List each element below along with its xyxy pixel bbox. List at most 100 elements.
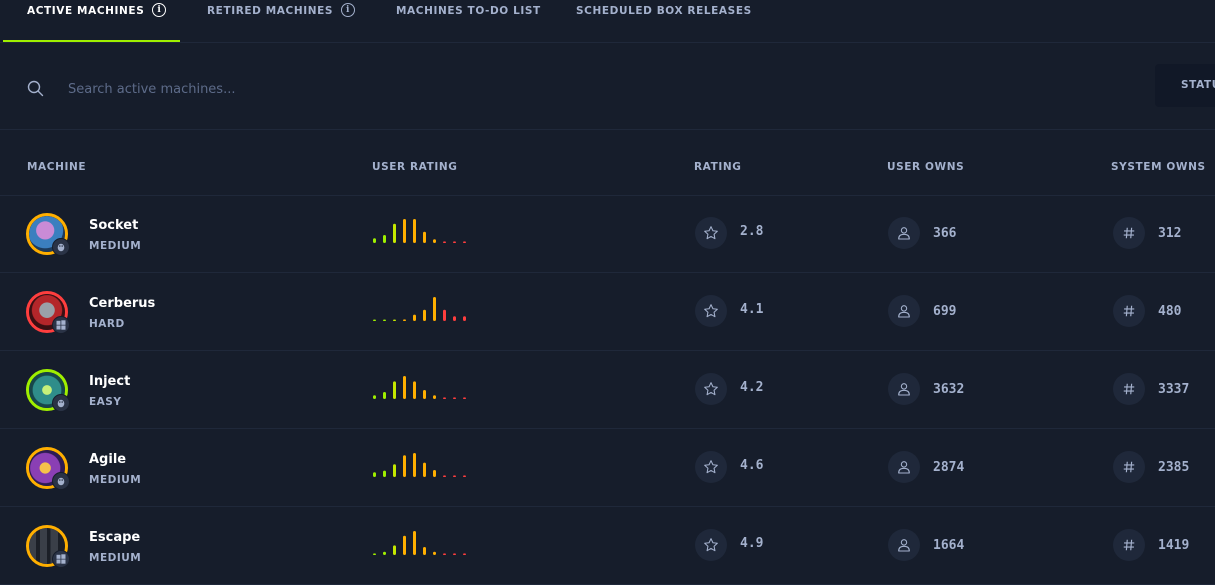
table-row[interactable]: Cerberus HARD 4.1 699 480 (0, 273, 1215, 351)
windows-icon (52, 316, 70, 334)
rating-value: 4.1 (740, 302, 764, 317)
rating-bar (383, 235, 386, 243)
search-bar: STATUS (0, 43, 1215, 130)
rating-bar (383, 551, 386, 555)
rating-bar (463, 241, 466, 243)
rating-bar (373, 238, 376, 243)
rating-bar (413, 219, 416, 243)
column-header-system-owns[interactable]: SYSTEM OWNS (1111, 161, 1206, 173)
rating-bar (423, 390, 426, 399)
hash-icon (1113, 373, 1145, 405)
rating-bar (393, 223, 396, 243)
rating-bar (453, 241, 456, 243)
star-icon (695, 217, 727, 249)
rating-bar (443, 241, 446, 243)
star-icon (695, 295, 727, 327)
linux-icon (52, 394, 70, 412)
column-header-rating[interactable]: RATING (694, 161, 741, 173)
user-icon (888, 529, 920, 561)
column-header-user-owns[interactable]: USER OWNS (887, 161, 964, 173)
rating-bar (403, 319, 406, 321)
tab-label: ACTIVE MACHINES (27, 5, 145, 17)
hash-icon (1113, 529, 1145, 561)
rating-bar (403, 219, 406, 243)
rating-bar (463, 316, 466, 321)
table-row[interactable]: Agile MEDIUM 4.6 2874 2385 (0, 429, 1215, 507)
rating-bar (433, 297, 436, 321)
rating-bar (423, 309, 426, 321)
rating-bar (393, 319, 396, 321)
tab-scheduled-box-releases[interactable]: SCHEDULED BOX RELEASES (576, 0, 752, 42)
rating-bar (443, 475, 446, 477)
windows-icon (52, 550, 70, 568)
rating-bar (373, 319, 376, 321)
tab-active-machines[interactable]: ACTIVE MACHINES i (27, 0, 167, 42)
column-header-user-rating[interactable]: USER RATING (372, 161, 457, 173)
info-icon[interactable]: i (341, 3, 356, 17)
rating-value: 2.8 (740, 224, 764, 239)
system-owns-count: 3337 (1158, 382, 1190, 397)
machine-name[interactable]: Cerberus (89, 296, 155, 311)
tab-label: RETIRED MACHINES (207, 5, 334, 17)
info-icon[interactable]: i (152, 3, 167, 17)
rating-bar (453, 475, 456, 477)
system-owns-count: 480 (1158, 304, 1182, 319)
user-icon (888, 451, 920, 483)
linux-icon (52, 472, 70, 490)
star-icon (695, 373, 727, 405)
machine-name[interactable]: Socket (89, 218, 138, 233)
machine-name[interactable]: Agile (89, 452, 126, 467)
search-input[interactable] (68, 79, 468, 99)
table-row[interactable]: Inject EASY 4.2 3632 3337 (0, 351, 1215, 429)
user-owns-count: 1664 (933, 538, 965, 553)
rating-value: 4.9 (740, 536, 764, 551)
machine-difficulty: MEDIUM (89, 240, 142, 252)
rating-bar (463, 397, 466, 399)
rating-value: 4.2 (740, 380, 764, 395)
system-owns-count: 1419 (1158, 538, 1190, 553)
rating-bar (413, 453, 416, 477)
machine-name[interactable]: Escape (89, 530, 140, 545)
active-tab-indicator (3, 40, 180, 42)
user-icon (888, 295, 920, 327)
rating-bar (413, 381, 416, 399)
rating-bar (393, 464, 396, 477)
rating-bar (443, 309, 446, 321)
machine-difficulty: EASY (89, 396, 122, 408)
machine-difficulty: MEDIUM (89, 474, 142, 486)
rating-bar (393, 545, 396, 555)
rating-bar (403, 455, 406, 477)
rating-bar (453, 553, 456, 555)
user-owns-count: 699 (933, 304, 957, 319)
rating-bar (413, 531, 416, 555)
system-owns-count: 312 (1158, 226, 1182, 241)
system-owns-count: 2385 (1158, 460, 1190, 475)
user-rating-chart (373, 297, 466, 321)
hash-icon (1113, 451, 1145, 483)
table-row[interactable]: Socket MEDIUM 2.8 366 312 (0, 195, 1215, 273)
rating-bar (443, 553, 446, 555)
machine-tabs: ACTIVE MACHINES i RETIRED MACHINES i MAC… (0, 0, 1215, 43)
user-rating-chart (373, 453, 466, 477)
rating-bar (423, 462, 426, 477)
rating-bar (423, 547, 426, 555)
status-filter-button[interactable]: STATUS (1155, 64, 1215, 107)
rating-bar (383, 470, 386, 477)
table-row[interactable]: Escape MEDIUM 4.9 1664 1419 (0, 507, 1215, 585)
rating-bar (433, 239, 436, 243)
column-header-machine[interactable]: MACHINE (27, 161, 86, 173)
machine-name[interactable]: Inject (89, 374, 130, 389)
tab-machines-todo-list[interactable]: MACHINES TO-DO LIST (396, 0, 541, 42)
machine-difficulty: MEDIUM (89, 552, 142, 564)
tab-retired-machines[interactable]: RETIRED MACHINES i (207, 0, 356, 42)
rating-bar (393, 381, 396, 399)
user-icon (888, 373, 920, 405)
star-icon (695, 529, 727, 561)
rating-bar (433, 395, 436, 399)
star-icon (695, 451, 727, 483)
linux-icon (52, 238, 70, 256)
tab-label: MACHINES TO-DO LIST (396, 5, 541, 17)
search-icon (27, 80, 44, 101)
rating-value: 4.6 (740, 458, 764, 473)
rating-bar (383, 392, 386, 399)
